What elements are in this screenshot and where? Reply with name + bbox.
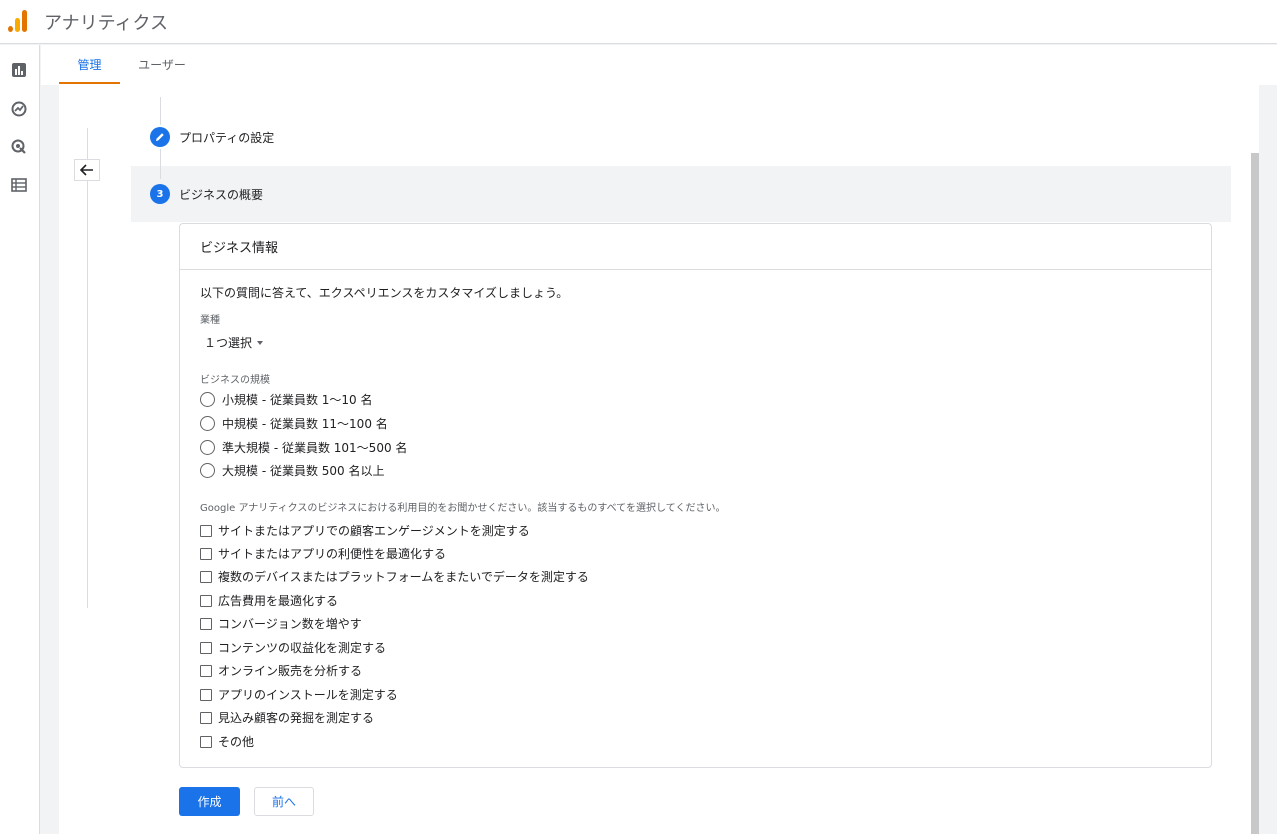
checkbox[interactable] (200, 547, 212, 560)
business-info-card: ビジネス情報 以下の質問に答えて、エクスペリエンスをカスタマイズしましょう。 業… (179, 223, 1212, 768)
purpose-option[interactable]: オンライン販売を分析する (200, 662, 362, 679)
configure-icon[interactable] (10, 176, 28, 194)
active-step-background (131, 166, 1231, 222)
purpose-option[interactable]: 見込み顧客の発掘を測定する (200, 709, 374, 726)
explore-icon[interactable] (10, 100, 28, 118)
dropdown-caret-icon (257, 340, 264, 345)
checkbox-label: オンライン販売を分析する (218, 664, 363, 678)
checkbox[interactable] (200, 664, 212, 677)
size-option-large[interactable]: 大規模 - 従業員数 500 名以上 (200, 462, 385, 479)
step-property-settings[interactable]: プロパティの設定 (150, 127, 274, 147)
checkbox[interactable] (200, 570, 212, 583)
step-number-badge: 3 (150, 184, 170, 204)
purpose-option[interactable]: サイトまたはアプリでの顧客エンゲージメントを測定する (200, 522, 530, 539)
radio-button[interactable] (200, 440, 215, 455)
purpose-option[interactable]: コンテンツの収益化を測定する (200, 639, 386, 656)
tab-admin[interactable]: 管理 (59, 45, 120, 84)
vertical-divider (87, 128, 88, 608)
purpose-option[interactable]: 広告費用を最適化する (200, 592, 338, 609)
size-option-semi-large[interactable]: 準大規模 - 従業員数 101～500 名 (200, 439, 407, 456)
industry-select[interactable]: １つ選択 (204, 334, 264, 351)
edit-pencil-icon (150, 127, 170, 147)
radio-label: 中規模 - 従業員数 11～100 名 (222, 417, 388, 431)
radio-label: 準大規模 - 従業員数 101～500 名 (222, 441, 408, 455)
step-label: ビジネスの概要 (179, 187, 264, 202)
radio-button[interactable] (200, 392, 215, 407)
checkbox[interactable] (200, 688, 212, 701)
size-option-medium[interactable]: 中規模 - 従業員数 11～100 名 (200, 415, 388, 432)
arrow-left-icon (80, 164, 93, 176)
checkbox-label: サイトまたはアプリでの顧客エンゲージメントを測定する (218, 524, 530, 538)
purpose-option[interactable]: コンバージョン数を増やす (200, 615, 362, 632)
app-title: アナリティクス (44, 13, 169, 34)
back-button[interactable]: 前へ (254, 787, 314, 816)
checkbox[interactable] (200, 641, 212, 654)
intro-text: 以下の質問に答えて、エクスペリエンスをカスタマイズしましょう。 (200, 286, 569, 300)
purpose-option[interactable]: 複数のデバイスまたはプラットフォームをまたいでデータを測定する (200, 568, 589, 585)
purpose-option[interactable]: サイトまたはアプリの利便性を最適化する (200, 545, 446, 562)
checkbox[interactable] (200, 735, 212, 748)
checkbox[interactable] (200, 524, 212, 537)
checkbox-label: 見込み顧客の発掘を測定する (218, 711, 375, 725)
checkbox[interactable] (200, 711, 212, 724)
checkbox[interactable] (200, 617, 212, 630)
radio-button[interactable] (200, 463, 215, 478)
step-business-overview: 3 ビジネスの概要 (150, 184, 263, 204)
purpose-label: Google アナリティクスのビジネスにおける利用目的をお聞かせください。該当す… (200, 503, 726, 514)
back-arrow-button[interactable] (74, 159, 100, 181)
industry-select-value: １つ選択 (204, 336, 253, 350)
checkbox-label: アプリのインストールを測定する (218, 688, 398, 702)
tab-bar: 管理 ユーザー (41, 45, 1277, 85)
top-bar: アナリティクス (0, 0, 1277, 44)
step-label: プロパティの設定 (179, 130, 275, 145)
tab-user[interactable]: ユーザー (131, 45, 193, 83)
purpose-option[interactable]: その他 (200, 733, 254, 750)
step-connector (160, 149, 161, 179)
reports-icon[interactable] (10, 61, 28, 79)
checkbox-label: 広告費用を最適化する (218, 594, 339, 608)
checkbox-label: コンテンツの収益化を測定する (218, 641, 387, 655)
analytics-logo-icon[interactable] (8, 8, 30, 32)
card-title: ビジネス情報 (180, 224, 1211, 270)
left-nav-rail (0, 45, 40, 834)
checkbox[interactable] (200, 594, 212, 607)
purpose-option[interactable]: アプリのインストールを測定する (200, 686, 398, 703)
radio-label: 大規模 - 従業員数 500 名以上 (222, 464, 385, 478)
industry-label: 業種 (200, 315, 220, 326)
checkbox-label: コンバージョン数を増やす (218, 617, 362, 631)
radio-label: 小規模 - 従業員数 1～10 名 (222, 393, 373, 407)
checkbox-label: 複数のデバイスまたはプラットフォームをまたいでデータを測定する (218, 570, 589, 584)
checkbox-label: その他 (218, 735, 255, 749)
create-button[interactable]: 作成 (179, 787, 240, 816)
advertising-icon[interactable] (10, 138, 28, 156)
size-option-small[interactable]: 小規模 - 従業員数 1～10 名 (200, 391, 373, 408)
checkbox-label: サイトまたはアプリの利便性を最適化する (218, 547, 447, 561)
business-size-label: ビジネスの規模 (200, 375, 270, 386)
step-connector (160, 97, 161, 125)
scrollbar[interactable] (1251, 153, 1259, 834)
radio-button[interactable] (200, 416, 215, 431)
